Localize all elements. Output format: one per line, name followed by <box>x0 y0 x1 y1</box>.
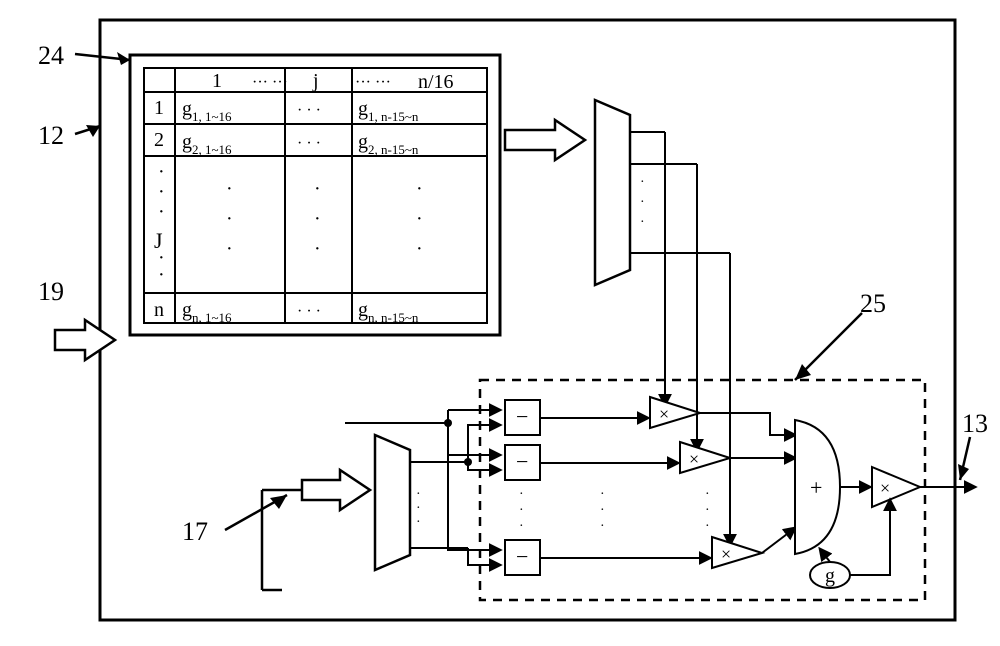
times-label-2: × <box>689 449 699 469</box>
svg-text:·: · <box>416 238 423 260</box>
cell-mid-dots-1: · · · <box>297 102 321 119</box>
col-j: j <box>312 70 319 92</box>
bus-arrow-table-to-mux <box>505 120 585 160</box>
times-label-n: × <box>721 544 731 564</box>
svg-text:·: · <box>314 178 321 200</box>
svg-text:·: · <box>600 519 605 534</box>
svg-text:·: · <box>705 503 710 518</box>
ref-25: 25 <box>860 289 886 318</box>
svg-text:·: · <box>519 487 524 502</box>
col-right-dots: ··· ··· <box>355 74 391 91</box>
ref-12: 12 <box>38 121 64 150</box>
svg-text:·: · <box>158 264 165 286</box>
multiplier-1: × <box>650 397 700 428</box>
g-label: g <box>825 565 835 587</box>
input-arrow-19 <box>55 320 115 360</box>
svg-text:·: · <box>600 503 605 518</box>
times-label-1: × <box>659 404 669 424</box>
ref-24: 24 <box>38 41 64 70</box>
svg-text:·: · <box>640 175 645 190</box>
input-17-line <box>262 470 370 590</box>
svg-text:·: · <box>226 208 233 230</box>
svg-text:·: · <box>416 487 421 502</box>
row-2: 2 <box>154 129 164 151</box>
svg-text:·: · <box>314 208 321 230</box>
row-1: 1 <box>154 97 164 119</box>
plus-label: + <box>810 475 822 500</box>
svg-text:·: · <box>226 178 233 200</box>
times-label-out: × <box>880 478 890 498</box>
row-n: n <box>154 299 164 321</box>
minus-label-2: − <box>516 449 528 474</box>
subtractor-n: − <box>505 540 540 575</box>
svg-text:·: · <box>416 208 423 230</box>
ref-13: 13 <box>962 409 988 438</box>
lower-mux <box>375 435 410 570</box>
col-n16: n/16 <box>418 71 454 93</box>
svg-text:·: · <box>705 519 710 534</box>
svg-text:·: · <box>416 178 423 200</box>
minus-label-n: − <box>516 544 528 569</box>
multiplier-2: × <box>680 442 730 473</box>
multiplier-n: × <box>712 537 762 568</box>
svg-text:·: · <box>640 195 645 210</box>
col-1: 1 <box>212 70 222 92</box>
subtractor-2: − <box>505 445 540 480</box>
coefficient-table: 1 ··· ··· j ··· ··· n/16 1 2 J n · · · ·… <box>130 55 500 335</box>
ref-17: 17 <box>182 517 208 546</box>
svg-text:·: · <box>416 515 421 530</box>
svg-text:·: · <box>416 501 421 516</box>
upper-mux <box>595 100 630 285</box>
svg-text:·: · <box>158 201 165 223</box>
svg-text:·: · <box>705 487 710 502</box>
svg-text:·: · <box>226 238 233 260</box>
row-dots: · <box>158 161 165 183</box>
cell-mid-dots-2: · · · <box>297 135 321 152</box>
svg-text:·: · <box>600 487 605 502</box>
diagram-canvas: 24 12 19 1 ··· ··· j ··· ··· n/16 1 2 J … <box>0 0 1000 646</box>
ref-19: 19 <box>38 277 64 306</box>
svg-text:·: · <box>519 503 524 518</box>
subtractor-1: − <box>505 400 540 435</box>
svg-text:·: · <box>314 238 321 260</box>
minus-label-1: − <box>516 404 528 429</box>
svg-text:·: · <box>640 215 645 230</box>
col-left-dots: ··· ··· <box>252 74 288 91</box>
svg-text:·: · <box>158 181 165 203</box>
cell-mid-dots-n: · · · <box>297 303 321 320</box>
svg-text:·: · <box>519 519 524 534</box>
output-multiplier: × <box>872 467 920 507</box>
